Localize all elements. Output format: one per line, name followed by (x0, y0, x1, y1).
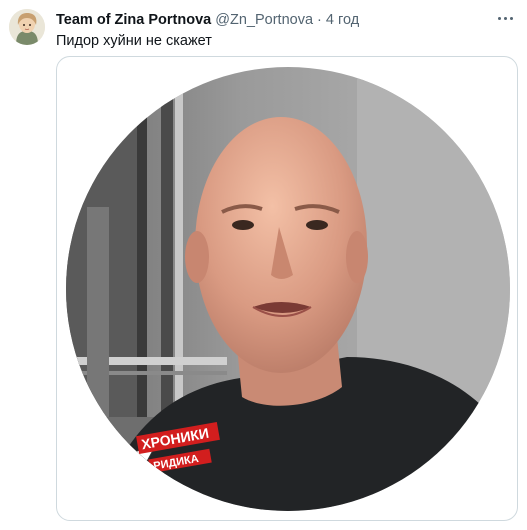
separator-dot: · (317, 12, 322, 28)
author-handle[interactable]: @Zn_Portnova (215, 12, 313, 28)
tweet-media[interactable]: ХРОНИКИ РИДИКА (56, 56, 518, 521)
video-frame: ХРОНИКИ РИДИКА (66, 67, 510, 511)
author-name[interactable]: Team of Zina Portnova (56, 12, 211, 28)
timestamp[interactable]: 4 год (326, 12, 359, 28)
tweet-card[interactable]: Team of Zina Portnova @Zn_Portnova · 4 г… (0, 0, 527, 530)
avatar-image (9, 9, 45, 45)
tweet-header: Team of Zina Portnova @Zn_Portnova · 4 г… (56, 11, 487, 29)
more-dots-icon[interactable] (491, 7, 519, 29)
tweet-text: Пидор хуйни не скажет (56, 33, 212, 49)
video-thumbnail: ХРОНИКИ РИДИКА (66, 67, 510, 511)
avatar[interactable] (9, 9, 45, 45)
